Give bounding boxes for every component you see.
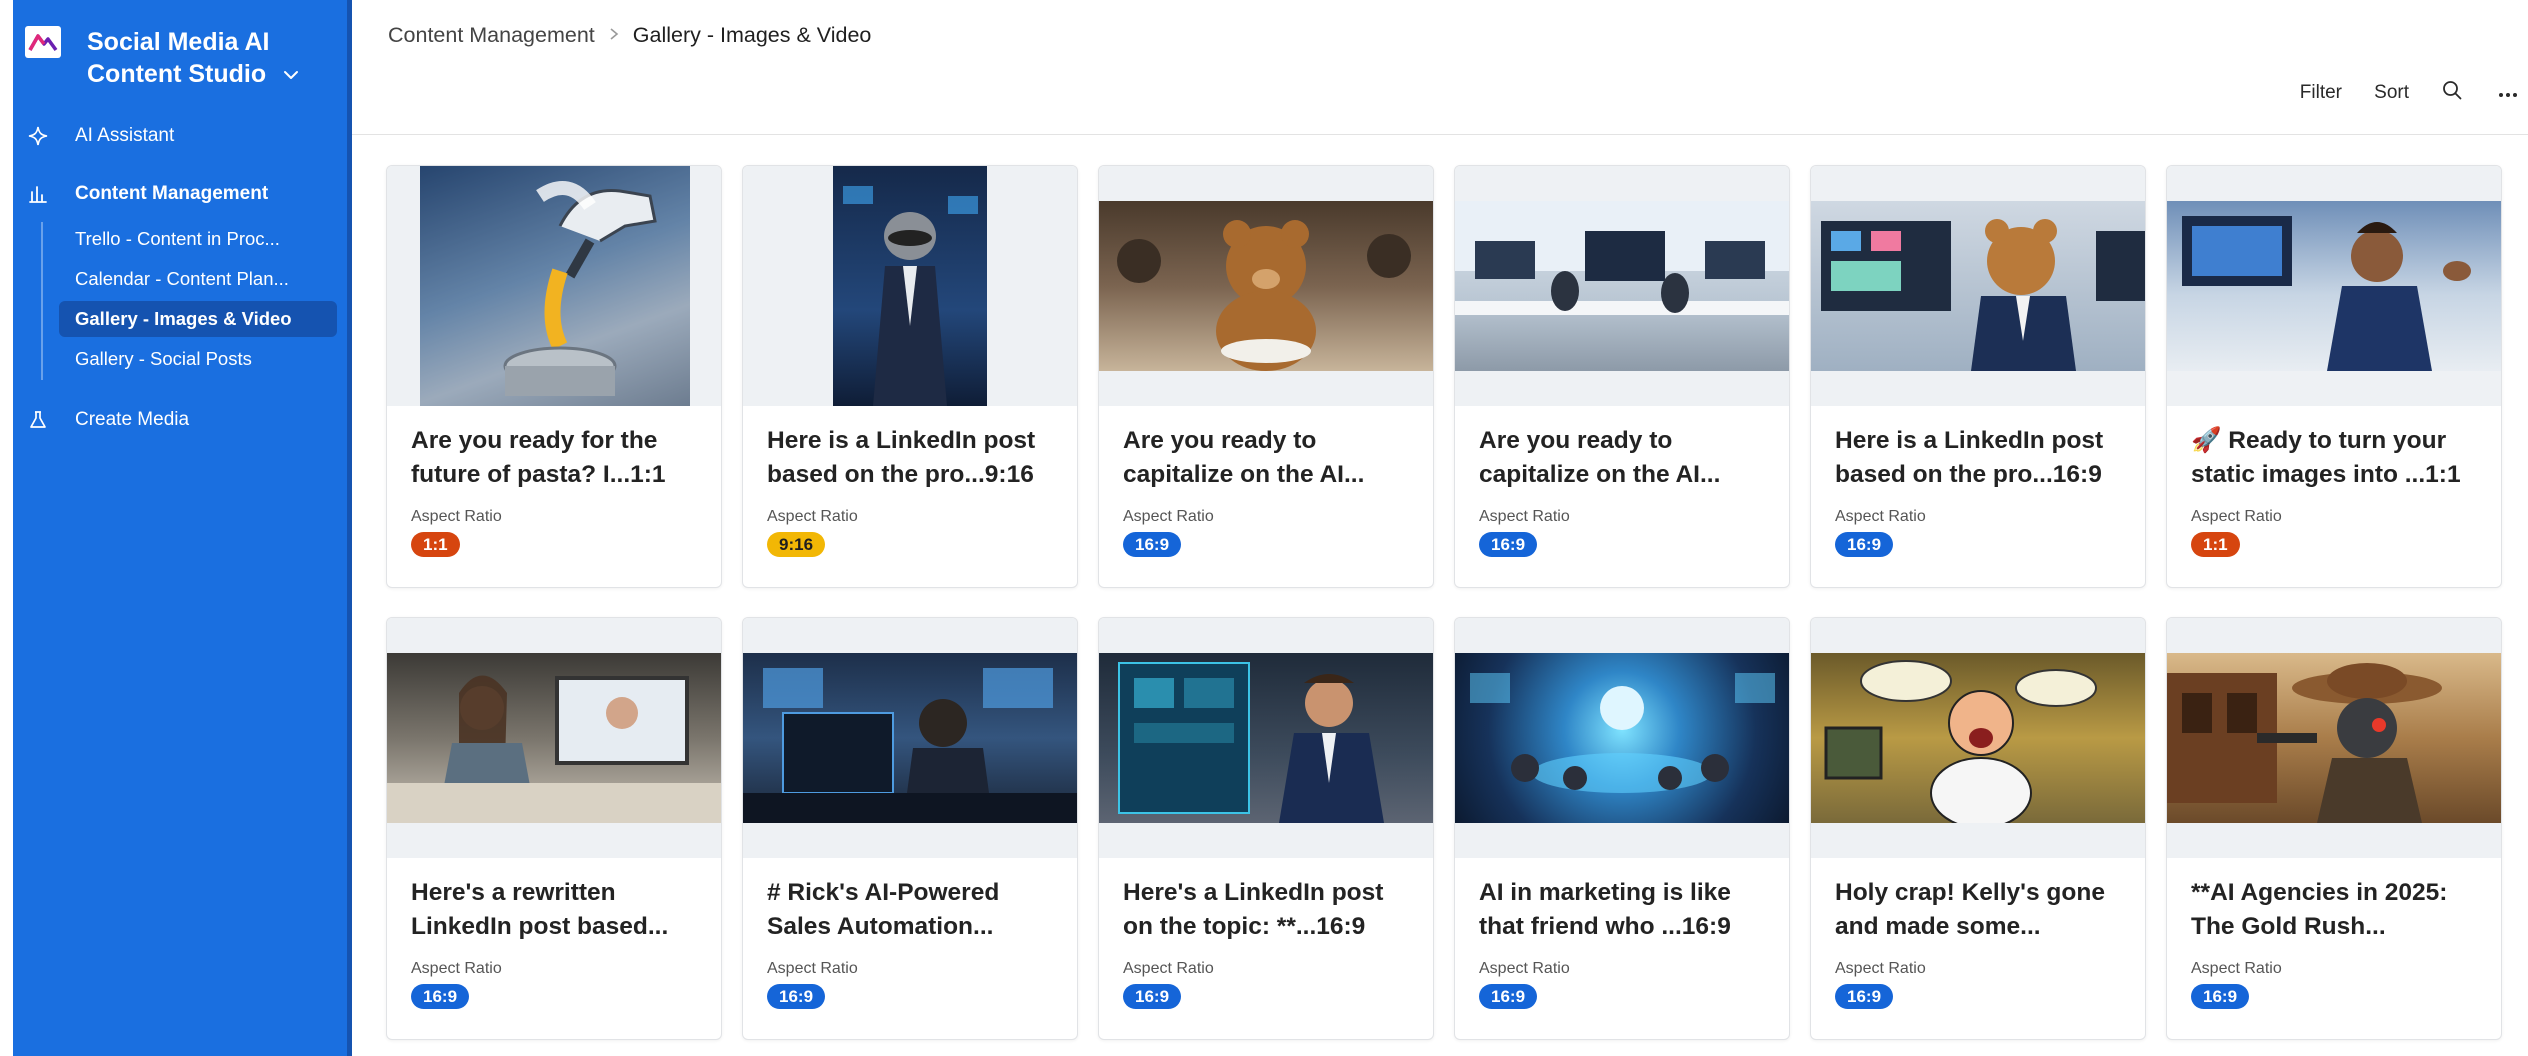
card-thumbnail [1455,166,1789,406]
sort-button[interactable]: Sort [2374,78,2409,108]
aspect-ratio-badge: 16:9 [1479,984,1538,1009]
sidebar: Social Media AI Content Studio AI Assist… [0,0,352,1056]
aspect-ratio-label: Aspect Ratio [1123,508,1214,525]
aspect-ratio-badge: 16:9 [1835,532,1894,557]
card-thumbnail [2167,166,2501,406]
card-thumbnail [1455,618,1789,858]
gallery-card[interactable]: Here's a rewritten LinkedIn post based..… [386,617,722,1040]
subnav-item-label: Calendar - Content Plan... [75,268,289,289]
breadcrumb: Content Management Gallery - Images & Vi… [388,20,871,50]
card-thumbnail [2167,618,2501,858]
aspect-ratio-badge: 16:9 [1479,532,1538,557]
aspect-ratio-label: Aspect Ratio [1835,508,1926,525]
card-thumbnail [387,618,721,858]
aspect-ratio-label: Aspect Ratio [1835,960,1926,977]
flask-icon [25,407,51,433]
app-title-text: Social Media AI Content Studio [87,28,270,88]
search-button[interactable] [2441,78,2463,108]
sort-label: Sort [2374,82,2409,103]
subnav-item-label: Trello - Content in Proc... [75,228,280,249]
gallery-card[interactable]: AI in marketing is like that friend who … [1454,617,1790,1040]
filter-label: Filter [2299,82,2342,103]
aspect-ratio-label: Aspect Ratio [2191,960,2282,977]
aspect-ratio-badge: 1:1 [2191,532,2240,557]
aspect-ratio-badge: 16:9 [767,984,826,1009]
subnav-item-calendar[interactable]: Calendar - Content Plan... [59,261,337,297]
gallery-card[interactable]: 🚀 Ready to turn your static images into … [2166,165,2502,588]
gallery-card[interactable]: Are you ready for the future of pasta? I… [386,165,722,588]
card-title: Are you ready to capitalize on the AI... [1479,427,1721,488]
aspect-ratio-label: Aspect Ratio [767,960,858,977]
search-icon [2441,79,2463,107]
card-title: Are you ready for the future of pasta? I… [411,427,666,488]
chevron-right-icon [609,25,619,46]
aspect-ratio-badge: 16:9 [1835,984,1894,1009]
chevron-down-icon[interactable] [283,56,299,88]
subnav-item-label: Gallery - Images & Video [75,308,292,329]
gallery-grid: Are you ready for the future of pasta? I… [386,165,2506,1045]
nav-item-ai-assistant[interactable]: AI Assistant [25,118,174,154]
app-title: Social Media AI Content Studio [87,26,327,90]
gallery-card[interactable]: Here's a LinkedIn post on the topic: **.… [1098,617,1434,1040]
more-horizontal-icon [2498,82,2518,104]
card-title: 🚀 Ready to turn your static images into … [2191,427,2461,488]
more-options-button[interactable] [2498,78,2518,108]
nav-item-label: Create Media [75,409,190,430]
aspect-ratio-badge: 9:16 [767,532,826,557]
card-title: Here's a rewritten LinkedIn post based..… [411,879,669,940]
app-logo [25,26,61,58]
workspace-switcher[interactable]: Social Media AI Content Studio [25,26,299,88]
subnav-item-gallery-images-video[interactable]: Gallery - Images & Video [59,301,337,337]
card-title: Holy crap! Kelly's gone and made some... [1835,879,2105,940]
card-title: # Rick's AI-Powered Sales Automation... [767,879,1000,940]
aspect-ratio-label: Aspect Ratio [1479,960,1570,977]
nav-item-label: Content Management [75,183,269,204]
aspect-ratio-badge: 1:1 [411,532,460,557]
card-title: Here is a LinkedIn post based on the pro… [1835,427,2104,488]
header-divider [352,134,2528,135]
aspect-ratio-label: Aspect Ratio [1479,508,1570,525]
card-thumbnail [743,166,1077,406]
card-thumbnail [1099,618,1433,858]
card-thumbnail [1811,618,2145,858]
nav-item-content-management[interactable]: Content Management [25,176,268,212]
gallery-card[interactable]: Are you ready to capitalize on the AI...… [1098,165,1434,588]
aspect-ratio-label: Aspect Ratio [411,960,502,977]
aspect-ratio-label: Aspect Ratio [1123,960,1214,977]
subnav-item-trello[interactable]: Trello - Content in Proc... [59,221,337,257]
gallery-card[interactable]: Are you ready to capitalize on the AI...… [1454,165,1790,588]
aspect-ratio-badge: 16:9 [2191,984,2250,1009]
card-title: Here's a LinkedIn post on the topic: **.… [1123,879,1384,940]
aspect-ratio-badge: 16:9 [1123,984,1182,1009]
subnav-rail [41,222,43,380]
filter-button[interactable]: Filter [2300,78,2342,108]
bar-chart-icon [25,181,51,207]
gallery-card[interactable]: # Rick's AI-Powered Sales Automation... … [742,617,1078,1040]
aspect-ratio-badge: 16:9 [1123,532,1182,557]
gallery-card[interactable]: Here is a LinkedIn post based on the pro… [742,165,1078,588]
sparkle-icon [25,123,51,149]
gallery-card[interactable]: Holy crap! Kelly's gone and made some...… [1810,617,2146,1040]
card-title: Are you ready to capitalize on the AI... [1123,427,1365,488]
nav-item-label: AI Assistant [75,125,175,146]
aspect-ratio-label: Aspect Ratio [2191,508,2282,525]
card-title: Here is a LinkedIn post based on the pro… [767,427,1036,488]
gallery-card[interactable]: **AI Agencies in 2025: The Gold Rush... … [2166,617,2502,1040]
subnav-item-label: Gallery - Social Posts [75,348,252,369]
breadcrumb-parent[interactable]: Content Management [388,23,595,48]
nav-item-create-media[interactable]: Create Media [25,402,189,438]
aspect-ratio-label: Aspect Ratio [767,508,858,525]
breadcrumb-current: Gallery - Images & Video [632,22,872,47]
aspect-ratio-badge: 16:9 [411,984,470,1009]
card-thumbnail [1099,166,1433,406]
subnav-item-gallery-social-posts[interactable]: Gallery - Social Posts [59,341,337,377]
card-thumbnail [743,618,1077,858]
aspect-ratio-label: Aspect Ratio [411,508,502,525]
gallery-card[interactable]: Here is a LinkedIn post based on the pro… [1810,165,2146,588]
card-title: **AI Agencies in 2025: The Gold Rush... [2191,879,2448,940]
card-title: AI in marketing is like that friend who … [1479,879,1731,940]
card-thumbnail [387,166,721,406]
card-thumbnail [1811,166,2145,406]
